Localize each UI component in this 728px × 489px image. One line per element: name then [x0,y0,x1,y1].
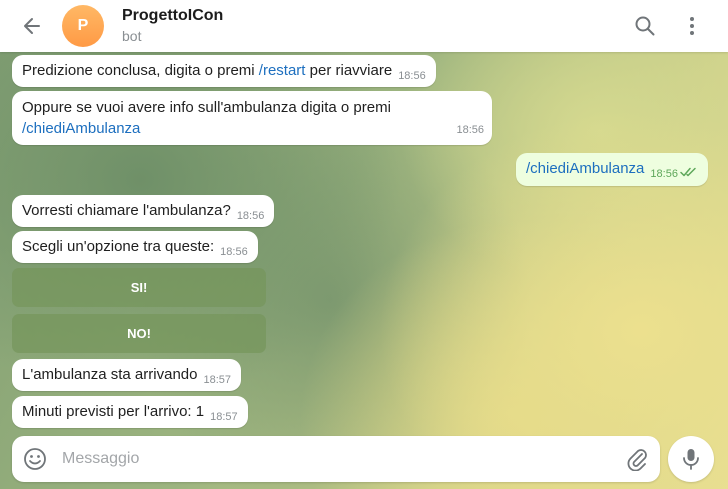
message-text: Vorresti chiamare l'ambulanza? [22,202,231,219]
message-text: per riavviare [305,62,393,79]
double-check-icon [680,167,696,177]
message-time: 18:57 [210,411,238,423]
message-bubble: Scegli un'opzione tra queste: 18:56 [12,231,258,263]
message-bubble: Predizione conclusa, digita o premi /res… [12,55,436,87]
search-button[interactable] [632,13,658,39]
message-time: 18:56 [650,168,678,180]
search-icon [635,16,655,36]
chiedi-ambulanza-command-link[interactable]: /chiediAmbulanza [22,120,140,137]
attach-button[interactable] [624,446,650,472]
more-menu-button[interactable] [679,13,705,39]
message-time: 18:56 [220,246,248,258]
message-time: 18:56 [398,70,426,82]
avatar[interactable]: P [62,5,104,47]
outgoing-message-bubble: /chiediAmbulanza 18:56 [516,153,708,186]
message-text: Predizione conclusa, digita o premi [22,62,259,79]
chat-subtitle: bot [122,28,142,44]
message-input[interactable] [62,444,612,474]
message-bubble: Minuti previsti per l'arrivo: 1 18:57 [12,396,248,428]
emoji-icon [24,448,46,470]
message-text: Minuti previsti per l'arrivo: 1 [22,403,205,420]
microphone-icon [683,449,699,470]
arrow-left-icon [24,18,40,34]
message-text: Scegli un'opzione tra queste: [22,238,215,255]
message-time: 18:57 [203,374,231,386]
message-time: 18:56 [236,210,265,222]
emoji-button[interactable] [22,446,48,472]
message-time: 18:56 [456,124,484,136]
voice-record-button[interactable] [668,436,714,482]
chat-header: P ProgettoICon bot [0,0,728,52]
restart-command-link[interactable]: /restart [259,62,306,79]
message-composer [12,436,660,482]
chiedi-ambulanza-command-link[interactable]: /chiediAmbulanza [526,160,644,177]
message-text: Oppure se vuoi avere info sull'ambulanza… [22,99,391,116]
message-bubble: L'ambulanza sta arrivando 18:57 [12,359,241,391]
more-vertical-icon [690,17,694,35]
chat-title[interactable]: ProgettoICon [122,7,223,25]
keyboard-button-no[interactable]: NO! [12,314,266,353]
message-bubble: Oppure se vuoi avere info sull'ambulanza… [12,91,492,145]
keyboard-button-si[interactable]: SI! [12,268,266,307]
message-text: L'ambulanza sta arrivando [22,366,198,383]
message-bubble: Vorresti chiamare l'ambulanza? 18:56 [12,195,275,227]
paperclip-icon [627,449,647,471]
back-button[interactable] [18,13,46,39]
